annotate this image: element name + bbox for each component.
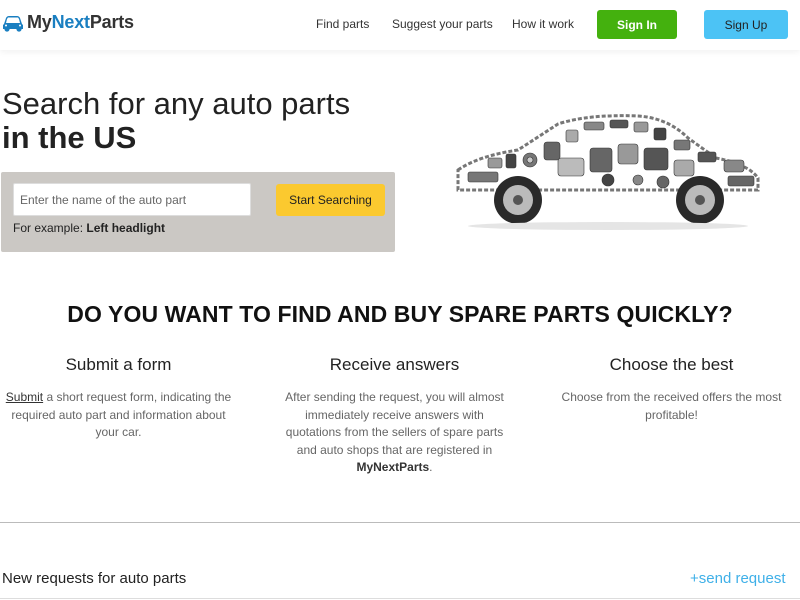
hero-title-line1: Search for any auto parts [2,86,351,121]
step-title: Receive answers [329,355,460,374]
nav-suggest-parts[interactable]: Suggest your parts [392,17,493,31]
step-title: Choose the best [609,355,734,374]
section-divider [0,522,800,523]
nav-find-parts[interactable]: Find parts [316,17,369,31]
exploded-car-parts-illustration [456,114,760,230]
site-logo[interactable]: MyNextParts [2,12,134,33]
step-choose-best: Choose the best Choose from the received… [554,355,789,424]
step-description: Choose from the received offers the most… [561,390,782,422]
step-submit-form: Submit a form Submit a short request for… [1,355,236,442]
step-description: Submit a short request form, indicating … [5,390,232,439]
nav-how-it-work[interactable]: How it work [512,17,574,31]
step-title: Submit a form [65,355,172,374]
logo-text: MyNextParts [27,12,134,32]
submit-link[interactable]: Submit [6,390,43,404]
sign-in-button[interactable]: Sign In [597,10,677,39]
step-receive-answers: Receive answers After sending the reques… [277,355,512,477]
search-example: For example: Left headlight [13,221,166,235]
example-value[interactable]: Left headlight [86,221,165,235]
search-panel: Start Searching For example: Left headli… [1,172,395,252]
new-requests-heading: New requests for auto parts [2,570,187,587]
step-description: After sending the request, you will almo… [285,390,504,474]
list-divider [0,598,800,599]
car-logo-icon [3,15,23,32]
send-request-link[interactable]: +send request [690,570,786,587]
start-searching-button[interactable]: Start Searching [276,184,385,216]
top-header: MyNextParts Find parts Suggest your part… [0,0,800,50]
brand-name: MyNextParts [356,460,430,474]
section-title: DO YOU WANT TO FIND AND BUY SPARE PARTS … [67,301,733,327]
sign-up-button[interactable]: Sign Up [704,10,788,39]
hero-title-line2: in the US [2,120,137,155]
auto-part-search-input[interactable] [13,183,251,216]
hero-title: Search for any auto parts in the US [2,87,350,155]
